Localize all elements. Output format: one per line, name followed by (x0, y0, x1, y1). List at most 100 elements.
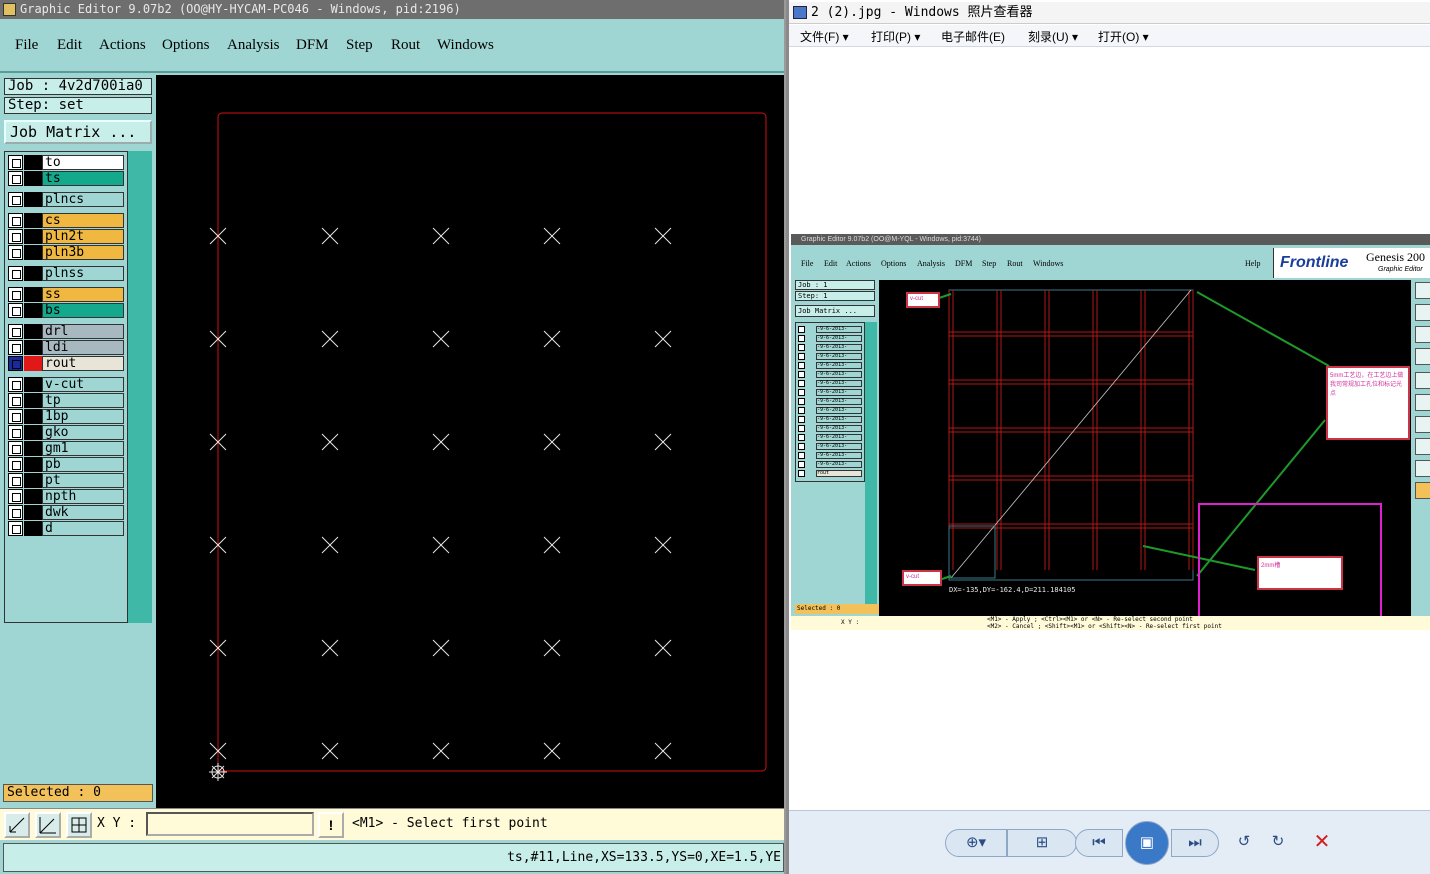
layer-checkbox[interactable] (8, 377, 23, 392)
inner-layer-row: rout (798, 470, 862, 477)
xy-input[interactable] (146, 812, 314, 836)
viewer-menu-print[interactable]: 打印(P) ▾ (871, 28, 920, 45)
layer-row[interactable]: 1bp (8, 409, 126, 424)
menu-options[interactable]: Options (162, 37, 210, 54)
layer-row[interactable]: cs (8, 213, 126, 228)
inner-job-matrix: Job Matrix ... (795, 305, 875, 317)
inner-layer-checkbox (798, 353, 805, 360)
inner-step-label: Step: 1 (795, 291, 875, 301)
menu-actions[interactable]: Actions (99, 37, 146, 54)
menu-step[interactable]: Step (346, 37, 373, 54)
viewer-app-icon (793, 6, 807, 19)
layer-color-swatch (24, 340, 42, 355)
inner-layer-name: -9-6-2013- (816, 389, 862, 396)
layer-checkbox[interactable] (8, 171, 23, 186)
zoom-tool-icon[interactable] (4, 812, 30, 838)
layer-checkbox[interactable] (8, 303, 23, 318)
layer-checkbox[interactable] (8, 245, 23, 260)
inner-menu-analysis: Analysis (917, 259, 945, 268)
inner-layer-row: -9-6-2013- (798, 425, 862, 432)
graphic-canvas[interactable] (156, 75, 784, 808)
inner-layer-checkbox (798, 335, 805, 342)
viewer-menu-file[interactable]: 文件(F) ▾ (800, 28, 849, 45)
next-icon[interactable]: ⏭ (1171, 829, 1219, 857)
layer-name: cs (42, 213, 124, 228)
inner-menu-file: File (801, 259, 814, 268)
layer-row[interactable]: pln3b (8, 245, 126, 260)
layer-row[interactable]: bs (8, 303, 126, 318)
cross-mark (321, 639, 339, 657)
command-prompt: <M1> - Select first point (352, 816, 548, 831)
actual-size-icon[interactable]: ⊞ (1007, 829, 1077, 857)
layer-row[interactable]: dwk (8, 505, 126, 520)
cross-mark (654, 433, 672, 451)
layer-row[interactable]: rout (8, 356, 126, 371)
layer-row[interactable]: pb (8, 457, 126, 472)
layer-row[interactable]: ldi (8, 340, 126, 355)
layer-row[interactable]: gm1 (8, 441, 126, 456)
layer-list-scroll-strip[interactable] (128, 151, 152, 623)
menu-rout[interactable]: Rout (391, 37, 420, 54)
layer-checkbox[interactable] (8, 441, 23, 456)
menu-windows[interactable]: Windows (437, 37, 494, 54)
layer-row[interactable]: d (8, 521, 126, 536)
layer-row[interactable]: ss (8, 287, 126, 302)
layer-row[interactable]: pln2t (8, 229, 126, 244)
target-marks (209, 227, 672, 760)
rotate-right-icon[interactable]: ↻ (1263, 829, 1293, 857)
cross-mark (654, 639, 672, 657)
menu-edit[interactable]: Edit (57, 37, 82, 54)
canvas-drawing (209, 112, 767, 781)
previous-icon[interactable]: ⏮ (1075, 829, 1123, 857)
layer-row[interactable]: plnss (8, 266, 126, 281)
layer-checkbox[interactable] (8, 521, 23, 536)
delete-icon[interactable]: ✕ (1307, 829, 1337, 857)
layer-row[interactable]: drl (8, 324, 126, 339)
layer-name: to (42, 155, 124, 170)
viewer-menu-burn[interactable]: 刻录(U) ▾ (1028, 28, 1078, 45)
layer-checkbox[interactable] (8, 287, 23, 302)
layer-row[interactable]: gko (8, 425, 126, 440)
inner-layer-row: -9-6-2013- (798, 380, 862, 387)
menu-analysis[interactable]: Analysis (227, 37, 280, 54)
layer-checkbox[interactable] (8, 473, 23, 488)
layer-checkbox[interactable] (8, 393, 23, 408)
layer-row[interactable]: pt (8, 473, 126, 488)
layer-checkbox[interactable] (8, 340, 23, 355)
layer-checkbox[interactable] (8, 356, 23, 371)
slideshow-icon[interactable]: ▣ (1125, 821, 1169, 865)
layer-row[interactable]: tp (8, 393, 126, 408)
layer-checkbox[interactable] (8, 213, 23, 228)
layer-checkbox[interactable] (8, 324, 23, 339)
layer-row[interactable]: plncs (8, 192, 126, 207)
viewer-menu-open[interactable]: 打开(O) ▾ (1098, 28, 1149, 45)
layer-checkbox[interactable] (8, 155, 23, 170)
inner-tool-icon-6 (1415, 394, 1430, 411)
layer-checkbox[interactable] (8, 229, 23, 244)
layer-checkbox[interactable] (8, 192, 23, 207)
inner-left-panel: Job : 1 Step: 1 Job Matrix ... -9-6-2013… (795, 280, 879, 615)
layer-color-swatch (24, 287, 42, 302)
displayed-image: Graphic Editor 9.07b2 (OO@M-YQL - Window… (791, 234, 1430, 630)
zoom-icon[interactable]: ⊕▾ (945, 829, 1007, 857)
menu-file[interactable]: File (15, 37, 38, 54)
job-matrix-button[interactable]: Job Matrix ... (4, 120, 152, 144)
menu-dfm[interactable]: DFM (296, 37, 329, 54)
rotate-left-icon[interactable]: ↺ (1229, 829, 1259, 857)
inner-menu-step: Step (982, 259, 997, 268)
layer-row[interactable]: ts (8, 171, 126, 186)
inner-layer-checkbox (798, 362, 805, 369)
layer-row[interactable]: v-cut (8, 377, 126, 392)
viewer-menu-email[interactable]: 电子邮件(E) (941, 28, 1005, 45)
layer-checkbox[interactable] (8, 457, 23, 472)
layer-checkbox[interactable] (8, 266, 23, 281)
exclamation-icon[interactable]: ! (318, 812, 344, 838)
layer-row[interactable]: npth (8, 489, 126, 504)
measure-tool-icon[interactable] (35, 812, 61, 838)
layer-checkbox[interactable] (8, 409, 23, 424)
grid-tool-icon[interactable] (66, 812, 92, 838)
layer-checkbox[interactable] (8, 505, 23, 520)
layer-row[interactable]: to (8, 155, 126, 170)
layer-checkbox[interactable] (8, 425, 23, 440)
layer-checkbox[interactable] (8, 489, 23, 504)
